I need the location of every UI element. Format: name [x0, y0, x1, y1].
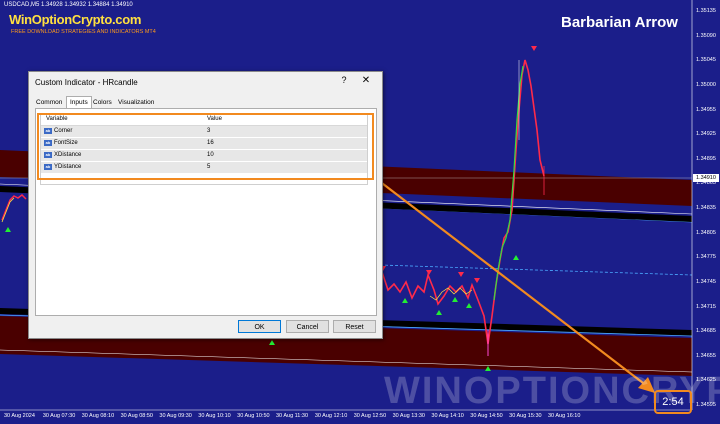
time-label: 30 Aug 09:30 — [159, 413, 192, 419]
price-label: 1.34745 — [696, 278, 716, 285]
price-label: 1.34775 — [696, 254, 716, 261]
price-label: 1.34625 — [696, 377, 716, 384]
tab-common[interactable]: Common — [33, 97, 65, 108]
time-label: 30 Aug 08:10 — [81, 413, 115, 419]
ok-button[interactable]: OK — [238, 320, 281, 333]
reset-button[interactable]: Reset — [333, 320, 376, 333]
price-label: 1.35045 — [696, 57, 716, 64]
price-label: 1.34895 — [696, 155, 716, 162]
tab-colors[interactable]: Colors — [90, 97, 115, 108]
cancel-button[interactable]: Cancel — [286, 320, 329, 333]
close-icon[interactable]: ✕ — [359, 75, 373, 87]
price-label: 1.34715 — [696, 303, 716, 310]
price-label: 1.34655 — [696, 352, 716, 359]
time-label: 30 Aug 14:50 — [470, 413, 503, 419]
help-button[interactable]: ? — [339, 75, 349, 87]
time-label: 30 Aug 11:30 — [276, 413, 309, 419]
price-label: 1.34955 — [696, 106, 716, 113]
indicator-title: Barbarian Arrow — [561, 14, 678, 31]
time-label: 30 Aug 10:50 — [237, 413, 270, 419]
time-label: 30 Aug 08:50 — [120, 413, 153, 419]
brand-logo: WinOptionCrypto.com — [9, 12, 142, 27]
time-label: 30 Aug 15:30 — [509, 413, 542, 419]
tab-inputs[interactable]: Inputs — [66, 96, 92, 108]
price-label: 1.34595 — [696, 402, 716, 408]
tab-visualization[interactable]: Visualization — [115, 97, 157, 108]
price-label: 1.34805 — [696, 229, 716, 236]
candle-timer-counter: 2:54 — [654, 390, 692, 414]
annotation-highlight-box — [37, 113, 374, 180]
time-label: 30 Aug 12:10 — [314, 413, 348, 419]
price-label: 1.35090 — [696, 32, 716, 39]
price-label: 1.34925 — [696, 131, 716, 138]
time-label: 30 Aug 14:10 — [431, 413, 464, 419]
price-label: 1.35000 — [696, 81, 716, 88]
time-label: 30 Aug 07:30 — [42, 413, 76, 419]
time-label: 30 Aug 16:10 — [548, 413, 581, 419]
current-price-label: 1.34910 — [693, 174, 719, 182]
time-label: 30 Aug 10:10 — [198, 413, 231, 419]
custom-indicator-dialog: Custom Indicator - HRcandle ? ✕ Common I… — [28, 71, 383, 339]
price-label: 1.34835 — [696, 205, 716, 211]
price-label: 1.35135 — [696, 8, 716, 14]
time-label: 30 Aug 13:30 — [392, 413, 425, 419]
price-label: 1.34685 — [696, 328, 716, 335]
brand-subtitle: FREE DOWNLOAD STRATEGIES AND INDICATORS … — [11, 29, 156, 35]
time-label: 30 Aug 2024 — [4, 413, 35, 419]
time-label: 30 Aug 12:50 — [353, 413, 387, 419]
dialog-title: Custom Indicator - HRcandle — [35, 78, 138, 87]
chart-symbol-info: USDCAD,M5 1.34928 1.34932 1.34884 1.3491… — [4, 2, 133, 8]
